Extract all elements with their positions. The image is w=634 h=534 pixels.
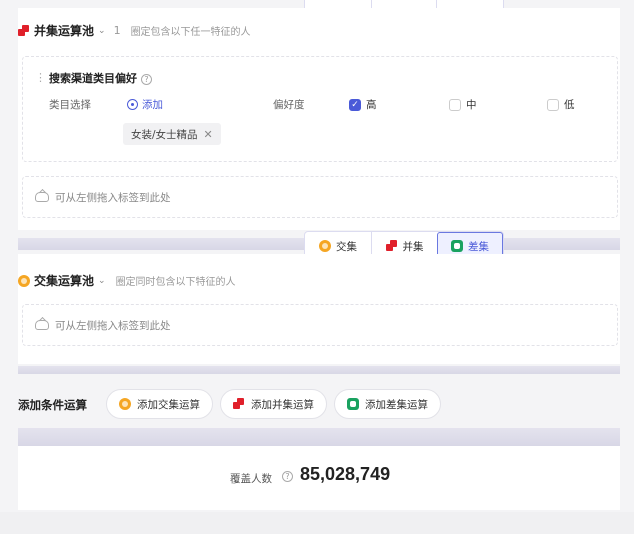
- checkbox-unchecked-icon: [547, 98, 559, 111]
- add-operation-row: 添加条件运算 添加交集运算 添加并集运算 添加差集运算: [0, 374, 634, 428]
- section-divider: [18, 366, 620, 374]
- union-icon: [385, 240, 398, 252]
- add-intersection-label: 添加交集运算: [137, 398, 200, 411]
- close-icon[interactable]: ✕: [204, 128, 213, 141]
- preference-low-label: 低: [564, 99, 575, 111]
- condition-title: 搜索渠道类目偏好?: [49, 70, 152, 86]
- coverage-value: 85,028,749: [300, 464, 391, 484]
- chevron-down-icon[interactable]: ⌄: [98, 26, 106, 36]
- checkbox-checked-icon: ✓: [349, 98, 361, 111]
- add-circle-icon: [127, 99, 138, 110]
- intersection-pool-desc: 圈定同时包含以下特征的人: [115, 277, 236, 288]
- intersection-pool-header[interactable]: 交集运算池 ⌄ 圈定同时包含以下特征的人: [18, 272, 236, 289]
- union-pool-count: 1: [113, 24, 121, 37]
- help-icon[interactable]: ?: [282, 471, 293, 482]
- preference-high-label: 高: [366, 99, 377, 111]
- coverage-label: 覆盖人数: [230, 473, 272, 485]
- union-op-label: 并集: [402, 240, 424, 253]
- upload-cloud-icon: [35, 192, 49, 202]
- add-category-label: 添加: [142, 99, 163, 111]
- help-icon[interactable]: ?: [141, 73, 152, 85]
- category-tag-text: 女装/女士精品: [131, 128, 198, 141]
- add-difference-button[interactable]: 添加差集运算: [334, 389, 441, 419]
- add-operation-title: 添加条件运算: [18, 398, 87, 412]
- add-category-link[interactable]: 添加: [127, 97, 163, 112]
- intersection-icon: [18, 274, 30, 287]
- union-pool-header[interactable]: 并集运算池 ⌄ 1 圈定包含以下任一特征的人: [18, 22, 251, 39]
- union-pool-card: 并集运算池 ⌄ 1 圈定包含以下任一特征的人 ⋮⋮ 搜索渠道类目偏好? 类目选择…: [18, 8, 620, 230]
- intersection-pool-title: 交集运算池: [34, 274, 95, 288]
- difference-icon: [347, 398, 359, 410]
- intersection-drop-hint: 可从左侧拖入标签到此处: [55, 319, 171, 332]
- intersection-drop-zone[interactable]: 可从左侧拖入标签到此处: [22, 304, 618, 346]
- page-bottom: [0, 512, 634, 534]
- chevron-down-icon[interactable]: ⌄: [98, 276, 106, 286]
- category-label: 类目选择: [49, 99, 91, 111]
- checkbox-unchecked-icon: [449, 98, 461, 111]
- preference-low-checkbox[interactable]: 低: [547, 97, 575, 112]
- intersection-icon: [119, 398, 131, 410]
- upload-cloud-icon: [35, 320, 49, 330]
- union-drop-hint: 可从左侧拖入标签到此处: [55, 191, 171, 204]
- union-icon: [233, 398, 245, 410]
- add-union-label: 添加并集运算: [251, 398, 314, 411]
- add-difference-label: 添加差集运算: [365, 398, 428, 411]
- preference-high-checkbox[interactable]: ✓ 高: [349, 97, 377, 112]
- condition-box: ⋮⋮ 搜索渠道类目偏好? 类目选择 添加 偏好度 ✓ 高 中 低 女装/女士精品…: [22, 56, 618, 162]
- difference-op-label: 差集: [468, 240, 489, 253]
- add-intersection-button[interactable]: 添加交集运算: [106, 389, 213, 419]
- union-drop-zone[interactable]: 可从左侧拖入标签到此处: [22, 176, 618, 218]
- union-pool-desc: 圈定包含以下任一特征的人: [130, 27, 251, 38]
- intersection-icon: [319, 240, 331, 252]
- preference-mid-checkbox[interactable]: 中: [449, 97, 477, 112]
- section-divider: [18, 428, 620, 446]
- preference-label: 偏好度: [273, 99, 305, 111]
- category-tag: 女装/女士精品 ✕: [123, 123, 221, 145]
- union-pool-title: 并集运算池: [34, 24, 95, 38]
- condition-title-text: 搜索渠道类目偏好: [49, 72, 137, 85]
- coverage-panel: 覆盖人数 ? 85,028,749: [18, 446, 620, 510]
- intersection-op-label: 交集: [336, 240, 357, 253]
- intersection-pool-card: 交集运算池 ⌄ 圈定同时包含以下特征的人 可从左侧拖入标签到此处: [18, 254, 620, 364]
- add-union-button[interactable]: 添加并集运算: [220, 389, 327, 419]
- preference-mid-label: 中: [466, 99, 477, 111]
- difference-icon: [451, 240, 463, 252]
- union-icon: [18, 24, 30, 37]
